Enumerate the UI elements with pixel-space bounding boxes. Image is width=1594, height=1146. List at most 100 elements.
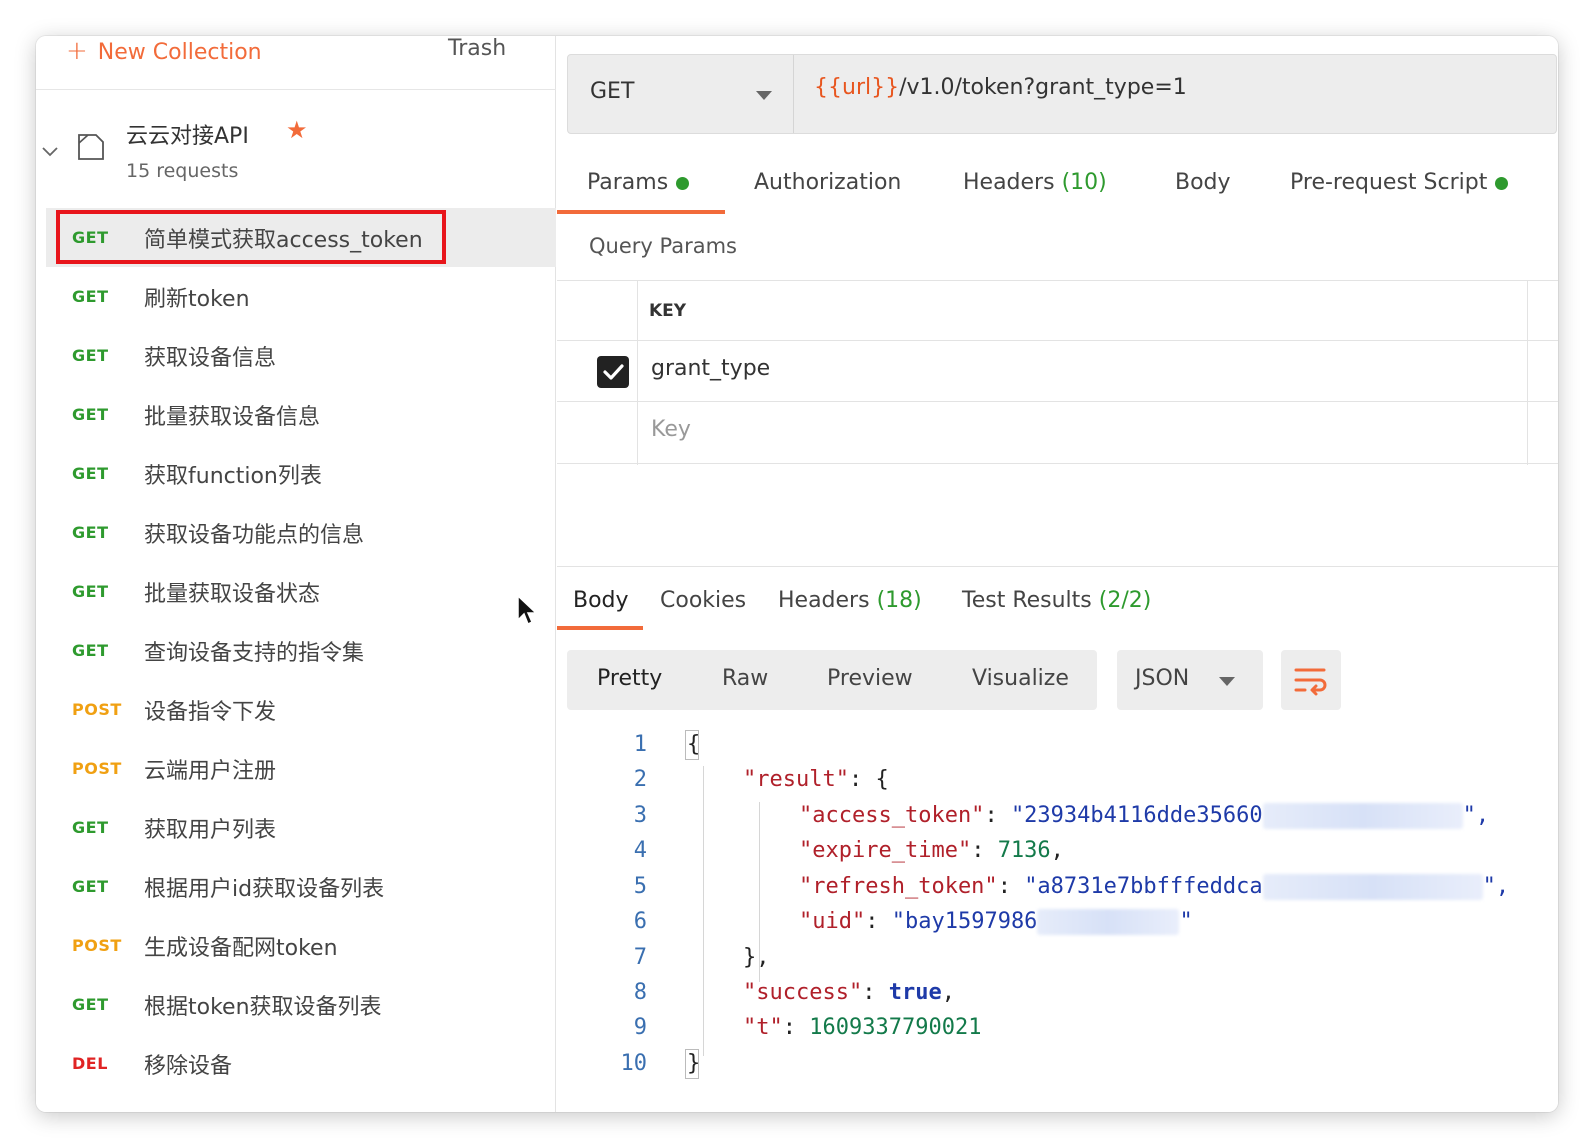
code-line: "uid": "bay1597986 "	[799, 909, 1193, 935]
tab-response-headers[interactable]: Headers (18)	[778, 588, 922, 613]
format-select[interactable]: JSON	[1117, 650, 1263, 710]
json-punct: ",	[1482, 874, 1510, 899]
view-raw[interactable]: Raw	[722, 666, 768, 691]
main-panel: GET {{url}}/v1.0/token?grant_type=1 Para…	[557, 36, 1558, 1112]
code-line: {	[687, 732, 700, 757]
request-method-badge: POST	[72, 759, 122, 778]
collection-header[interactable]: 云云对接API ★ 15 requests	[36, 112, 556, 202]
request-name: 生成设备配网token	[144, 935, 338, 961]
redacted-blur	[1262, 874, 1483, 900]
request-name: 查询设备支持的指令集	[144, 640, 365, 666]
tab-test-results-label: Test Results	[962, 588, 1092, 613]
code-line: }	[687, 1051, 700, 1076]
params-status-dot	[676, 176, 690, 190]
request-item[interactable]: GET 简单模式获取access_token	[46, 208, 556, 267]
request-item[interactable]: POST 生成设备配网token	[36, 916, 556, 975]
tab-test-results[interactable]: Test Results (2/2)	[962, 588, 1151, 613]
request-item[interactable]: GET 刷新token	[36, 267, 556, 326]
param-key-input[interactable]: grant_type	[651, 356, 770, 381]
request-item[interactable]: GET 根据token获取设备列表	[36, 975, 556, 1034]
request-method-badge: GET	[72, 287, 109, 306]
url-input[interactable]: {{url}}/v1.0/token?grant_type=1	[814, 75, 1187, 100]
tab-headers-count: (10)	[1061, 170, 1107, 195]
json-string: "a8731e7bbfffeddca	[1024, 874, 1263, 899]
request-name: 批量获取设备信息	[144, 404, 321, 430]
line-number: 9	[633, 1015, 647, 1040]
tab-headers-label: Headers	[963, 170, 1055, 195]
json-punct: : {	[848, 767, 889, 792]
tab-params[interactable]: Params	[587, 170, 690, 195]
request-name: 根据用户id获取设备列表	[144, 876, 385, 902]
request-method-badge: GET	[72, 405, 109, 424]
request-item[interactable]: GET 批量获取设备状态	[36, 562, 556, 621]
request-list: GET 简单模式获取access_token GET 刷新token GET 获取设备信息…	[36, 208, 556, 1093]
tab-cookies[interactable]: Cookies	[660, 588, 746, 613]
trash-button[interactable]: Trash	[448, 36, 506, 61]
new-collection-button[interactable]: + New Collection	[66, 36, 262, 66]
request-item[interactable]: GET 获取设备信息	[36, 326, 556, 385]
code-line: "result": {	[743, 767, 889, 792]
request-item[interactable]: GET 批量获取设备信息	[36, 385, 556, 444]
response-divider[interactable]	[557, 566, 1558, 567]
tab-response-body[interactable]: Body	[573, 588, 629, 613]
request-item[interactable]: GET 获取用户列表	[36, 798, 556, 857]
view-pretty[interactable]: Pretty	[597, 666, 662, 691]
method-select[interactable]: GET	[568, 55, 794, 133]
json-key: "success"	[743, 980, 863, 1005]
caret-down-icon	[1219, 677, 1235, 686]
line-number: 1	[633, 732, 647, 757]
json-number: 1609337790021	[809, 1015, 982, 1040]
tab-prerequest-label: Pre-request Script	[1290, 170, 1488, 195]
code-line: "refresh_token": "a8731e7bbfffeddca ",	[799, 874, 1510, 900]
request-item[interactable]: GET 根据用户id获取设备列表	[36, 857, 556, 916]
tab-headers[interactable]: Headers (10)	[963, 170, 1107, 195]
collection-name: 云云对接API	[126, 124, 249, 149]
response-body-editor[interactable]: 1 2 3 4 5 6 7 8 9 10 { "result": { "acce…	[557, 726, 1558, 1096]
tab-authorization[interactable]: Authorization	[754, 170, 901, 195]
tab-params-label: Params	[587, 170, 669, 195]
json-string: "bay1597986	[891, 909, 1038, 934]
request-name: 获取用户列表	[144, 817, 277, 843]
request-item[interactable]: GET 查询设备支持的指令集	[36, 621, 556, 680]
active-response-tab-indicator	[557, 626, 643, 630]
code-line: "success": true,	[743, 980, 955, 1005]
request-item[interactable]: GET 获取function列表	[36, 444, 556, 503]
code-line: "t": 1609337790021	[743, 1015, 982, 1040]
line-number: 3	[633, 803, 647, 828]
json-number: 7136	[997, 838, 1051, 863]
tab-prerequest-script[interactable]: Pre-request Script	[1290, 170, 1509, 195]
active-tab-indicator	[557, 210, 725, 214]
json-key: "access_token"	[799, 803, 985, 828]
key-column-header: KEY	[649, 301, 687, 321]
postman-window: + New Collection Trash 云云对接API ★ 15 reque…	[36, 36, 1558, 1112]
format-select-value: JSON	[1135, 666, 1190, 691]
request-method-badge: GET	[72, 818, 109, 837]
response-tabs: Body Cookies Headers (18) Test Results (…	[557, 574, 1558, 634]
view-visualize[interactable]: Visualize	[972, 666, 1069, 691]
wrap-lines-button[interactable]	[1281, 650, 1341, 710]
request-name: 获取设备信息	[144, 345, 277, 371]
column-divider	[637, 281, 638, 465]
star-icon[interactable]: ★	[286, 116, 308, 144]
chevron-down-icon[interactable]	[40, 142, 60, 162]
collection-request-count: 15 requests	[126, 160, 239, 182]
request-item[interactable]: DEL 移除设备	[36, 1034, 556, 1093]
table-row: grant_type	[557, 342, 1558, 402]
request-item[interactable]: POST 设备指令下发	[36, 680, 556, 739]
code-line: },	[743, 945, 770, 970]
table-header-row: KEY	[557, 281, 1558, 341]
tab-body[interactable]: Body	[1175, 170, 1231, 195]
sidebar: + New Collection Trash 云云对接API ★ 15 reque…	[36, 36, 556, 1112]
request-method-badge: DEL	[72, 1054, 108, 1073]
request-name: 移除设备	[144, 1053, 233, 1079]
json-boolean: true	[888, 980, 942, 1005]
json-key: "t"	[743, 1015, 783, 1040]
tab-response-headers-label: Headers	[778, 588, 870, 613]
new-key-input[interactable]: Key	[651, 417, 691, 442]
param-enabled-checkbox[interactable]	[597, 356, 629, 388]
request-item[interactable]: GET 获取设备功能点的信息	[36, 503, 556, 562]
request-name: 获取function列表	[144, 463, 322, 489]
request-item[interactable]: POST 云端用户注册	[36, 739, 556, 798]
tab-response-headers-count: (18)	[876, 588, 922, 613]
view-preview[interactable]: Preview	[827, 666, 913, 691]
